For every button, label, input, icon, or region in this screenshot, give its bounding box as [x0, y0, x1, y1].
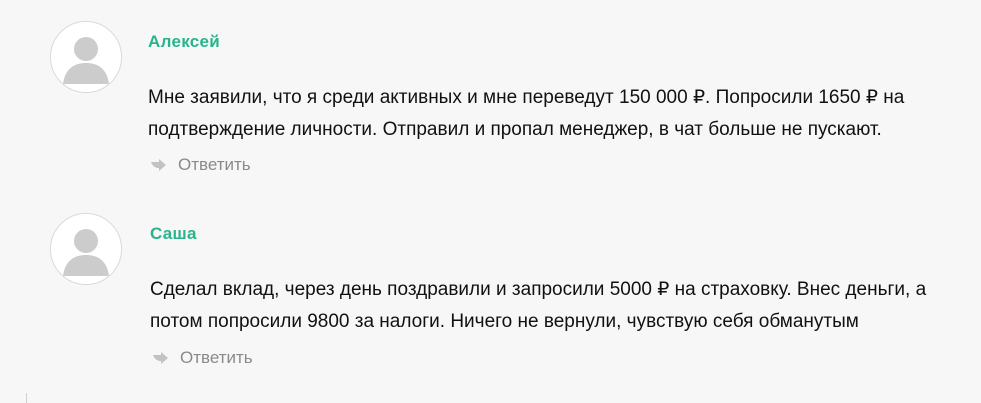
thread-divider: [26, 393, 27, 403]
reply-label[interactable]: Ответить: [178, 155, 251, 175]
reply-arrow-icon: [148, 157, 170, 173]
comment-author[interactable]: Алексей: [148, 32, 220, 52]
reply-button[interactable]: Ответить: [148, 155, 251, 175]
reply-arrow-icon: [150, 350, 172, 366]
comments-list: Алексей Мне заявили, что я среди активны…: [0, 0, 981, 403]
comment-text: Мне заявили, что я среди активных и мне …: [148, 87, 905, 140]
comment-author[interactable]: Саша: [150, 224, 197, 244]
user-avatar-icon: [50, 21, 122, 93]
user-avatar-icon: [50, 213, 122, 285]
comment-text: Сделал вклад, через день поздравили и за…: [150, 279, 927, 332]
reply-label[interactable]: Ответить: [180, 348, 253, 368]
reply-button[interactable]: Ответить: [150, 348, 253, 368]
